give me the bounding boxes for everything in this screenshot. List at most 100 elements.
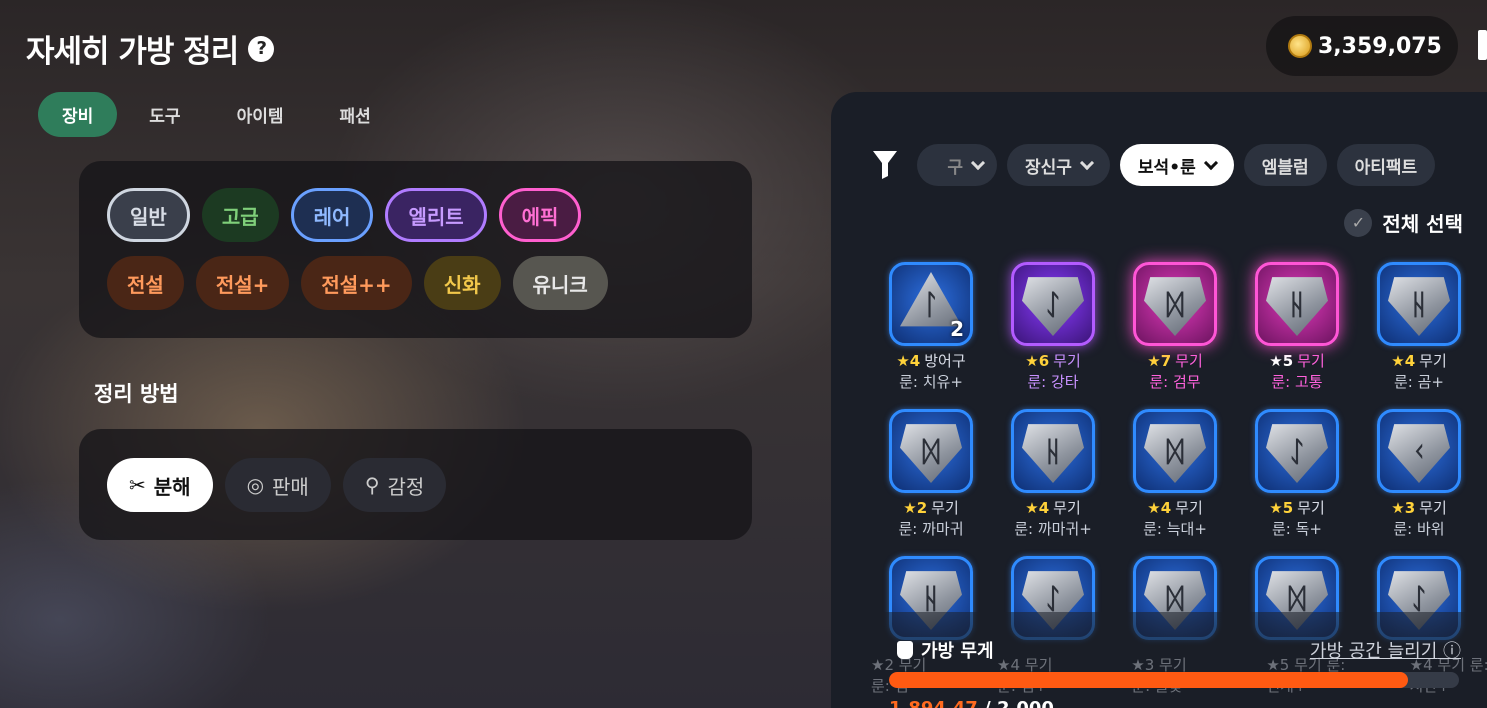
rarity-chip[interactable]: 일반: [107, 188, 190, 242]
inventory-item[interactable]: ᚺ ★4 무기 룬: 곰+: [1361, 262, 1477, 392]
item-type: 무기: [1419, 499, 1447, 517]
rune-stone-icon: ᛇ: [1266, 424, 1328, 483]
close-icon[interactable]: [1478, 30, 1487, 60]
rarity-chip[interactable]: 레어: [290, 188, 374, 242]
page-title-text: 자세히 가방 정리: [26, 34, 239, 70]
help-icon[interactable]: ?: [248, 35, 275, 62]
category-tab[interactable]: 엠블럼: [1243, 144, 1327, 186]
category-label: 아티팩트: [1354, 157, 1418, 178]
item-rune-name: 룬: 독+: [1272, 520, 1322, 538]
check-icon: ✓: [1344, 208, 1373, 237]
rune-stone-icon: ᚺ: [1388, 277, 1450, 336]
inventory-item[interactable]: ᛇ ★5 무기룬: 독+: [1239, 409, 1355, 539]
rarity-chip[interactable]: 전설+: [195, 256, 290, 310]
rune-slot[interactable]: ᛞ: [1133, 262, 1217, 346]
category-label: 엠블럼: [1261, 157, 1309, 178]
rarity-chip[interactable]: 신화: [423, 256, 501, 310]
method-buttons: ✂ 분해 ◎ 판매 ⚲ 감정: [107, 458, 447, 512]
help-icon[interactable]: ⓘ: [1443, 641, 1461, 662]
rune-slot[interactable]: ᛇ: [1255, 409, 1339, 493]
item-rune-name: 룬: 치유+: [899, 373, 963, 391]
item-rune-name: 룬: 바위: [1393, 520, 1445, 538]
item-count: 2: [950, 317, 964, 341]
rarity-chip[interactable]: 전설++: [301, 256, 412, 310]
method-section-label: 정리 방법: [94, 382, 179, 406]
item-stars: ★2: [903, 499, 928, 517]
item-stars: ★7: [1147, 352, 1172, 370]
item-type: 무기: [1053, 352, 1081, 370]
filter-icon[interactable]: [871, 148, 899, 180]
item-stars: ★4: [1025, 499, 1050, 517]
category-tab[interactable]: 아티팩트: [1336, 144, 1436, 186]
rune-slot[interactable]: ᛇ: [1011, 262, 1095, 346]
method-icon: ⚲: [364, 473, 380, 497]
item-type: 무기: [1175, 352, 1203, 370]
page-title: 자세히 가방 정리 ?: [26, 26, 275, 71]
item-grade-type: ★4 무기: [995, 497, 1111, 518]
item-grade-type: ★6 무기: [995, 350, 1111, 371]
rune-slot[interactable]: ᛚ2: [889, 262, 973, 346]
bag-weight-fill: [889, 672, 1409, 688]
expand-bag-text: 가방 공간 늘리기: [1309, 641, 1438, 662]
bag-weight-bar: [889, 672, 1459, 688]
inventory-item[interactable]: ᛞ ★2 무기 룬: 까마귀: [873, 409, 989, 539]
rarity-chip[interactable]: 고급: [201, 188, 279, 242]
tab-3[interactable]: 패션: [315, 92, 394, 137]
item-grade-type: ★4 방어구: [873, 350, 989, 371]
bag-weight-label: 가방 무게: [897, 637, 994, 663]
category-tabs: 구 장신구 보석•룬 엠블럼 아티팩트: [917, 144, 1436, 186]
select-all-toggle[interactable]: ✓ 전체 선택: [1344, 208, 1463, 237]
item-rune-name: 룬: 고통: [1271, 373, 1323, 391]
item-type: 무기: [1175, 499, 1203, 517]
rune-slot[interactable]: ᚺ: [1377, 262, 1461, 346]
item-stars: ★5: [1269, 352, 1294, 370]
chevron-down-icon: [970, 155, 986, 170]
method-label: 판매: [272, 474, 309, 499]
category-label: 보석•룬: [1137, 157, 1196, 178]
item-rune-name: 룬: 곰+: [1394, 373, 1444, 391]
rune-slot[interactable]: ᛞ: [1133, 409, 1217, 493]
item-grade-type: ★7 무기: [1117, 350, 1233, 371]
rarity-chip[interactable]: 엘리트: [385, 188, 487, 242]
inventory-panel: 구 장신구 보석•룬 엠블럼 아티팩트 ✓ 전체 선택 ᛚ 2 ★4 방어구 룬: 치유+ ᛇ ★6…: [831, 92, 1487, 708]
rune-stone-icon: ᛞ: [1144, 424, 1206, 483]
inventory-item[interactable]: ᚺ ★4 무기 룬: 까마귀+: [995, 409, 1111, 539]
rune-stone-icon: ᚺ: [1266, 277, 1328, 336]
inventory-item[interactable]: ᚺ ★5 무기룬: 고통: [1239, 262, 1355, 392]
item-type: 방어구: [924, 352, 966, 370]
rarity-chip[interactable]: 에픽: [498, 188, 582, 242]
item-type: 무기: [1297, 352, 1325, 370]
category-tab[interactable]: 장신구: [1007, 144, 1110, 186]
category-label: 장신구: [1025, 157, 1072, 178]
rune-stone-icon: ᚲ: [1388, 424, 1450, 483]
rune-slot[interactable]: ᚺ: [1011, 409, 1095, 493]
rune-slot[interactable]: ᛞ: [889, 409, 973, 493]
method-button[interactable]: ⚲ 감정: [342, 458, 447, 512]
rarity-filter-panel: 일반 고급 레어 엘리트 에픽 전설 전설+ 전설++ 신화 유니크: [79, 161, 752, 338]
method-button[interactable]: ✂ 분해: [107, 458, 213, 512]
rune-slot[interactable]: ᚲ: [1377, 409, 1461, 493]
category-tab[interactable]: 구: [917, 144, 997, 186]
chevron-down-icon: [1203, 155, 1218, 170]
item-stars: ★4: [1391, 352, 1416, 370]
item-grade-type: ★5 무기: [1239, 497, 1355, 518]
inventory-item[interactable]: ᚲ ★3 무기룬: 바위: [1361, 409, 1477, 539]
rune-slot[interactable]: ᚺ: [1255, 262, 1339, 346]
inventory-item[interactable]: ᛞ ★7 무기 룬: 검무: [1117, 262, 1233, 392]
expand-bag-link[interactable]: 가방 공간 늘리기 ⓘ: [1310, 637, 1461, 663]
method-button[interactable]: ◎ 판매: [224, 458, 331, 512]
select-all-label: 전체 선택: [1382, 212, 1463, 236]
inventory-item[interactable]: ᛚ 2 ★4 방어구룬: 치유+: [873, 262, 989, 392]
rarity-chip[interactable]: 유니크: [512, 256, 608, 310]
tab-1[interactable]: 도구: [125, 92, 204, 137]
item-stars: ★3: [1391, 499, 1416, 517]
item-rune-name: 룬: 강타: [1027, 373, 1079, 391]
method-label: 분해: [153, 474, 191, 499]
category-tab[interactable]: 보석•룬: [1119, 144, 1234, 186]
tab-0[interactable]: 장비: [38, 92, 118, 137]
tab-2[interactable]: 아이템: [213, 92, 308, 137]
rarity-chip[interactable]: 전설: [107, 256, 184, 310]
rune-stone-icon: ᛇ: [1022, 277, 1084, 336]
inventory-item[interactable]: ᛇ ★6 무기룬: 강타: [995, 262, 1111, 392]
inventory-item[interactable]: ᛞ ★4 무기 룬: 늑대+: [1117, 409, 1233, 539]
